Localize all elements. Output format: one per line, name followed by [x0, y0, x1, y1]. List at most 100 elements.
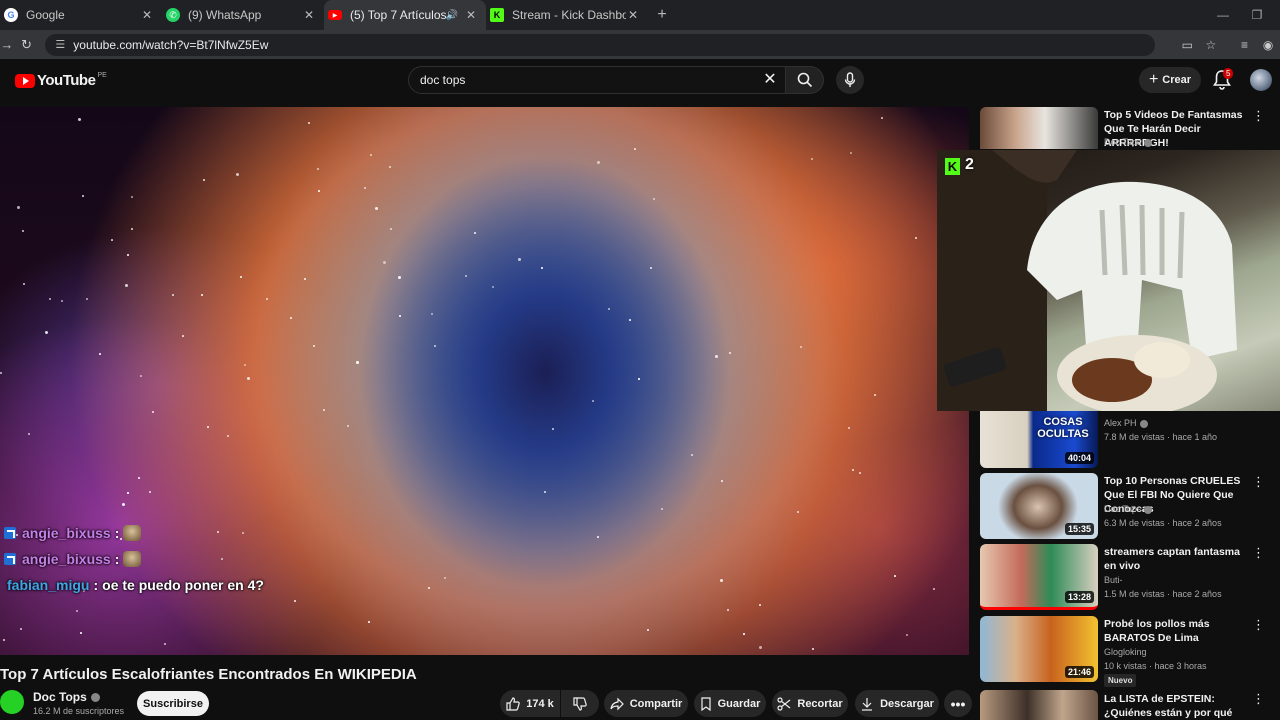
more-vert-icon[interactable]: ⋮ [1252, 109, 1265, 123]
subscribe-button[interactable]: Suscribirse [137, 691, 209, 716]
close-icon[interactable]: ✕ [302, 8, 316, 22]
related-video-meta: 1.5 M de vistas · hace 2 años [1104, 589, 1222, 599]
more-vert-icon[interactable]: ⋮ [1252, 546, 1265, 560]
speaker-icon[interactable]: 🔊 [446, 10, 458, 21]
tab-title: Google [26, 8, 65, 22]
chat-username: angie_bixuss [22, 525, 111, 541]
kick-webcam-overlay: K 2 [937, 150, 1280, 411]
url-text: youtube.com/watch?v=Bt7lNfwZ5Ew [73, 37, 269, 52]
share-icon [610, 697, 624, 710]
related-video-title[interactable]: streamers captan fantasma en vivo [1104, 545, 1249, 573]
related-video-channel: Doc Tops [1104, 504, 1153, 514]
cast-icon[interactable]: ▭ [1175, 38, 1199, 52]
related-video-item[interactable]: La LISTA de EPSTEIN: ¿Quiénes están y po… [980, 690, 1280, 720]
star [172, 294, 174, 296]
user-avatar[interactable] [1250, 69, 1272, 91]
related-video-title[interactable]: La LISTA de EPSTEIN: ¿Quiénes están y po… [1104, 692, 1249, 720]
new-tab-button[interactable]: + [648, 6, 676, 24]
star [364, 187, 366, 189]
google-icon: G [4, 8, 18, 22]
more-vert-icon[interactable]: ⋮ [1252, 618, 1265, 632]
video-thumbnail[interactable]: 21:46 [980, 616, 1098, 682]
profile-icon[interactable]: ◉ [1256, 38, 1280, 52]
channel-name[interactable]: Doc Tops [33, 690, 100, 704]
download-button[interactable]: Descargar [855, 690, 939, 717]
star [99, 353, 101, 355]
chat-username: angie_bixuss [22, 551, 111, 567]
star [45, 331, 48, 334]
star [661, 508, 663, 510]
more-vert-icon[interactable]: ⋮ [1252, 692, 1265, 706]
star [759, 646, 762, 649]
star [82, 195, 84, 197]
star [17, 206, 20, 209]
star [28, 433, 30, 435]
star [201, 294, 203, 296]
site-info-icon[interactable]: ☰ [55, 38, 65, 51]
search-input[interactable]: doc tops [408, 66, 786, 94]
tab-title: (9) WhatsApp [188, 8, 262, 22]
star [720, 579, 723, 582]
like-button[interactable]: 174 k [500, 690, 560, 717]
star [127, 492, 129, 494]
related-video-item[interactable]: 15:35 Top 10 Personas CRUELES Que El FBI… [980, 473, 1280, 541]
tab-google[interactable]: G Google ✕ [0, 0, 162, 30]
save-button[interactable]: Guardar [694, 690, 766, 717]
forward-icon[interactable]: → [0, 37, 14, 52]
star [933, 588, 935, 590]
dislike-button[interactable] [561, 690, 599, 717]
tab-kick[interactable]: K Stream - Kick Dashboard ✕ [486, 0, 648, 30]
clip-button[interactable]: Recortar [772, 690, 848, 717]
verified-icon [90, 693, 100, 703]
youtube-play-icon [15, 73, 35, 88]
media-icon[interactable]: ≡ [1233, 38, 1257, 52]
related-video-item[interactable]: Top 5 Videos De Fantasmas Que Te Harán D… [980, 107, 1280, 149]
like-count: 174 k [526, 697, 554, 710]
star [140, 375, 142, 377]
more-vert-icon[interactable]: ⋮ [1252, 475, 1265, 489]
video-thumbnail[interactable]: 15:35 [980, 473, 1098, 539]
video-thumbnail[interactable] [980, 107, 1098, 149]
star [164, 643, 166, 645]
close-icon[interactable]: ✕ [140, 8, 154, 22]
create-button[interactable]: + Crear [1139, 67, 1201, 93]
video-duration: 21:46 [1064, 666, 1094, 678]
related-video-title[interactable]: Probé los pollos más BARATOS De Lima [1104, 617, 1249, 645]
related-video-item[interactable]: COSAS OCULTAS 40:04 Alex PH 7.8 M de vis… [980, 402, 1280, 472]
webcam-scene [937, 150, 1237, 411]
maximize-button[interactable]: ❐ [1240, 0, 1274, 30]
search-button[interactable] [786, 66, 824, 94]
close-icon[interactable]: ✕ [464, 8, 478, 22]
video-thumbnail[interactable]: COSAS OCULTAS 40:04 [980, 402, 1098, 468]
star [721, 480, 723, 482]
share-button[interactable]: Compartir [604, 690, 688, 717]
star [390, 228, 392, 230]
star [207, 426, 209, 428]
related-video-item[interactable]: 21:46 Probé los pollos más BARATOS De Li… [980, 616, 1280, 687]
tab-youtube[interactable]: ▶ (5) Top 7 Artículos Escalofri 🔊 ✕ [324, 0, 486, 30]
star [647, 629, 649, 631]
tab-whatsapp[interactable]: ✆ (9) WhatsApp ✕ [162, 0, 324, 30]
clear-search-icon[interactable]: ✕ [760, 69, 780, 89]
star [518, 258, 521, 261]
video-player[interactable]: angie_bixuss : angie_bixuss : fabian_mig… [0, 107, 969, 655]
video-thumbnail[interactable]: 13:28 [980, 544, 1098, 610]
youtube-logo[interactable]: YouTube PE [15, 72, 107, 89]
youtube-icon: ▶ [328, 10, 342, 20]
minimize-button[interactable]: — [1206, 0, 1240, 30]
star [347, 425, 349, 427]
more-actions-button[interactable]: ••• [944, 690, 972, 717]
related-video-channel: Glogloking [1104, 647, 1147, 657]
star [444, 577, 446, 579]
voice-search-button[interactable] [836, 66, 864, 94]
reload-icon[interactable]: ↻ [14, 37, 40, 53]
related-video-item[interactable]: 13:28 streamers captan fantasma en vivo … [980, 544, 1280, 612]
bookmark-star-icon[interactable]: ☆ [1199, 38, 1223, 52]
close-icon[interactable]: ✕ [626, 8, 640, 22]
chat-message: angie_bixuss : [4, 546, 304, 572]
star [800, 346, 802, 348]
channel-avatar[interactable] [0, 690, 24, 714]
url-field[interactable]: ☰ youtube.com/watch?v=Bt7lNfwZ5Ew [45, 33, 1156, 56]
star [125, 284, 128, 287]
video-thumbnail[interactable] [980, 690, 1098, 720]
